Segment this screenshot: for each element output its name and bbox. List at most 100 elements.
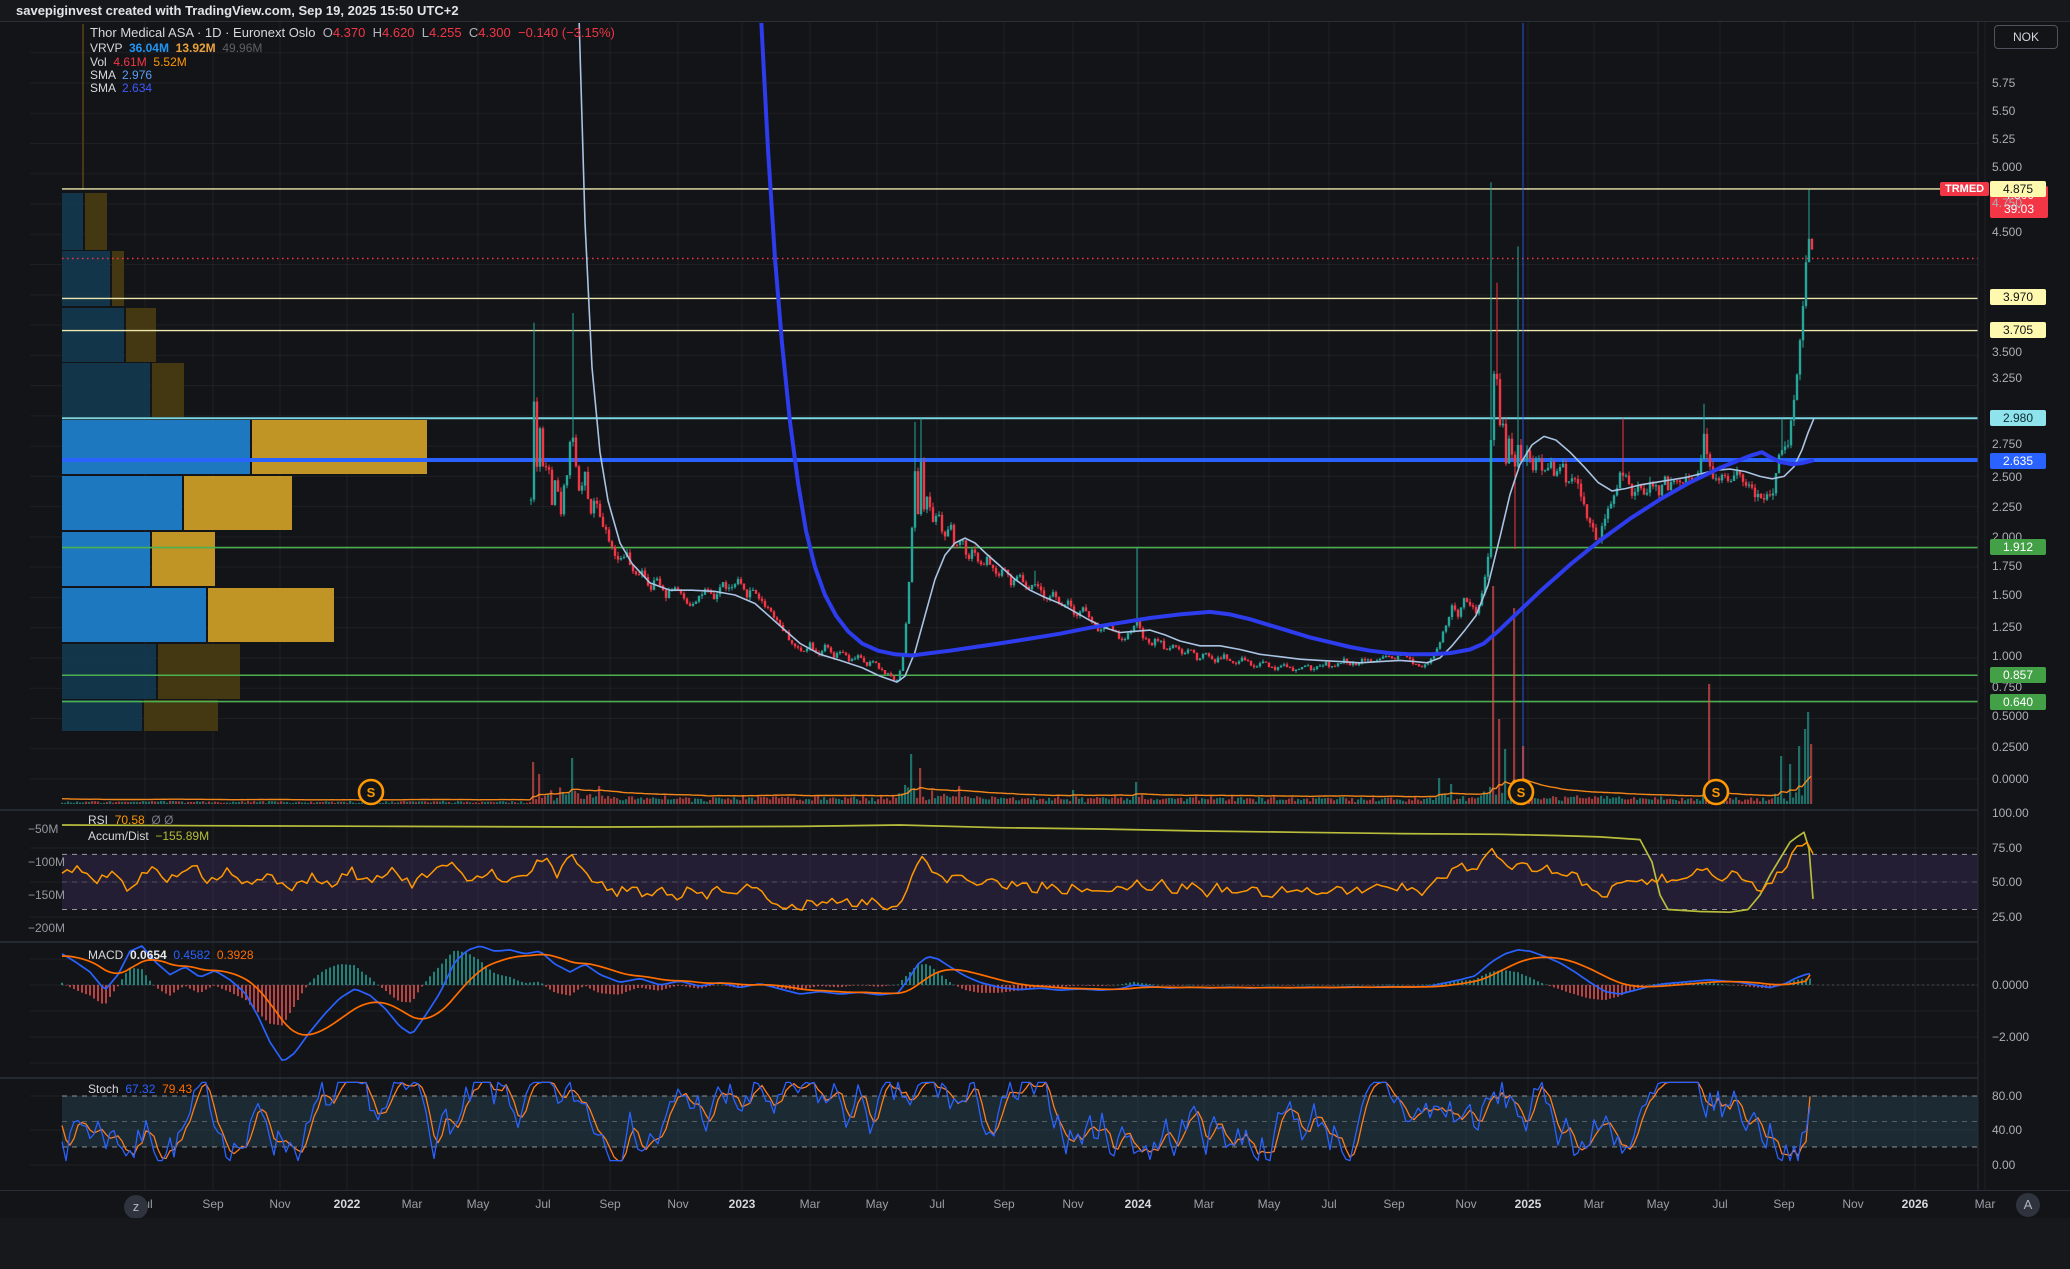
rsi-pane	[62, 825, 1978, 912]
price-tick-label: 3.500	[1992, 345, 2022, 359]
vrvp-row-buy	[62, 588, 206, 642]
split-marker[interactable]: S	[1704, 780, 1728, 804]
svg-text:S: S	[367, 785, 376, 800]
time-tick-label: Nov	[1842, 1197, 1863, 1211]
time-tick-label: 2022	[334, 1197, 361, 1211]
price-tick-label: 0.0000	[1992, 772, 2029, 786]
time-tick-label: 2023	[729, 1197, 756, 1211]
split-marker[interactable]: S	[359, 780, 383, 804]
vrvp-row-sell	[208, 588, 334, 642]
svg-text:S: S	[1517, 785, 1526, 800]
price-line-badge: 0.640	[1990, 694, 2046, 710]
candles	[530, 182, 1813, 681]
rsi-legend[interactable]: RSI 70.58 Ø Ø	[88, 813, 173, 827]
macd-legend[interactable]: MACD 0.0654 0.4582 0.3928	[88, 948, 254, 962]
price-tick-label: 1.750	[1992, 559, 2022, 573]
time-axis[interactable]: JulSepNov2022MarMayJulSepNov2023MarMayJu…	[0, 1190, 2070, 1219]
time-tick-label: Sep	[1773, 1197, 1794, 1211]
time-tick-label: Mar	[1584, 1197, 1605, 1211]
svg-text:S: S	[1712, 785, 1721, 800]
vrvp-row-sell	[252, 420, 427, 474]
time-tick-label: 2026	[1902, 1197, 1929, 1211]
price-line-badge: 0.857	[1990, 667, 2046, 683]
price-tick-label: 5.50	[1992, 104, 2015, 118]
split-marker[interactable]: S	[1509, 780, 1533, 804]
price-line-badge: 2.980	[1990, 410, 2046, 426]
accdist-scale-label: −50M	[28, 822, 74, 836]
chart-canvas[interactable]: SSS	[0, 0, 2070, 1269]
rsi-tick-label: 50.00	[1992, 875, 2022, 889]
macd-tick-label: −2.000	[1992, 1030, 2029, 1044]
price-tick-label: 1.000	[1992, 649, 2022, 663]
vrvp-row-buy	[62, 532, 150, 586]
stoch-tick-label: 80.00	[1992, 1089, 2022, 1103]
price-tick-label: 5.000	[1992, 160, 2022, 174]
symbol-legend[interactable]: Thor Medical ASA · 1D · Euronext Oslo O4…	[90, 25, 615, 40]
accdist-scale-label: −150M	[28, 888, 74, 902]
vrvp-row-buy	[62, 308, 124, 362]
time-tick-label: Jul	[1321, 1197, 1336, 1211]
vrvp-row-sell	[152, 532, 215, 586]
vrvp-row-sell	[85, 193, 107, 250]
time-tick-label: Mar	[402, 1197, 423, 1211]
time-tick-label: Nov	[269, 1197, 290, 1211]
vrvp-row-buy	[62, 193, 83, 250]
time-tick-label: 2025	[1515, 1197, 1542, 1211]
tradingview-chart-window: savepiginvest created with TradingView.c…	[0, 0, 2070, 1269]
scroll-left-button[interactable]: z	[124, 1195, 148, 1219]
symbol-title[interactable]: Thor Medical ASA · 1D · Euronext Oslo	[90, 25, 315, 40]
stoch-legend[interactable]: Stoch 67.32 79.43	[88, 1082, 192, 1096]
accdist-scale-label: −200M	[28, 921, 74, 935]
time-tick-label: Nov	[1062, 1197, 1083, 1211]
macd-line	[62, 946, 1810, 1060]
moving-averages	[579, 16, 1814, 682]
vrvp-row-sell	[152, 363, 184, 417]
price-line-badge: 3.970	[1990, 289, 2046, 305]
vrvp-row-sell	[184, 476, 292, 530]
footer-bar: TradingView	[0, 1218, 2070, 1269]
time-tick-label: Sep	[599, 1197, 620, 1211]
rsi-tick-label: 75.00	[1992, 841, 2022, 855]
volume-legend[interactable]: Vol 4.61M 5.52M	[90, 55, 187, 69]
price-line-badge: 3.705	[1990, 322, 2046, 338]
price-tick-label: 5.75	[1992, 76, 2015, 90]
price-tick-label: 2.750	[1992, 437, 2022, 451]
stoch-tick-label: 40.00	[1992, 1123, 2022, 1137]
price-line-badge: 2.635	[1990, 453, 2046, 469]
vrvp-row-sell	[126, 308, 156, 362]
time-tick-label: Mar	[1194, 1197, 1215, 1211]
time-tick-label: Mar	[800, 1197, 821, 1211]
vrvp-row-sell	[158, 644, 240, 699]
price-tick-label: 5.25	[1992, 132, 2015, 146]
price-tick-label: 1.250	[1992, 620, 2022, 634]
ticker-price-badge: TRMED	[1940, 182, 1989, 196]
stoch-tick-label: 0.00	[1992, 1158, 2015, 1172]
currency-button[interactable]: NOK	[1994, 25, 2058, 49]
sma-slow-legend[interactable]: SMA 2.634	[90, 81, 152, 95]
auto-scale-button[interactable]: A	[2016, 1193, 2040, 1217]
vrvp-row-buy	[62, 420, 250, 474]
macd-signal-line	[62, 955, 1810, 1035]
time-tick-label: 2024	[1125, 1197, 1152, 1211]
time-tick-label: Sep	[1383, 1197, 1404, 1211]
time-tick-label: Nov	[667, 1197, 688, 1211]
price-line-badge: 1.912	[1990, 539, 2046, 555]
stoch-pane	[62, 1082, 1978, 1160]
price-tick-label: 0.2500	[1992, 740, 2029, 754]
sma-fast-legend[interactable]: SMA 2.976	[90, 68, 152, 82]
vrvp-row-buy	[62, 700, 142, 731]
vrvp-row-buy	[62, 644, 156, 699]
time-tick-label: Sep	[993, 1197, 1014, 1211]
accdist-legend[interactable]: Accum/Dist −155.89M	[88, 829, 209, 843]
macd-pane	[61, 946, 1978, 1060]
time-tick-label: Jul	[1712, 1197, 1727, 1211]
price-tick-label: 2.500	[1992, 470, 2022, 484]
time-tick-label: Nov	[1455, 1197, 1476, 1211]
price-tick-label: 4.750	[1992, 196, 2022, 210]
macd-tick-label: 0.0000	[1992, 978, 2029, 992]
vrvp-row-sell	[144, 700, 218, 731]
vrvp-legend[interactable]: VRVP 36.04M 13.92M 49.96M	[90, 41, 262, 55]
time-tick-label: May	[1258, 1197, 1281, 1211]
price-tick-label: 2.250	[1992, 500, 2022, 514]
price-tick-label: 0.5000	[1992, 709, 2029, 723]
